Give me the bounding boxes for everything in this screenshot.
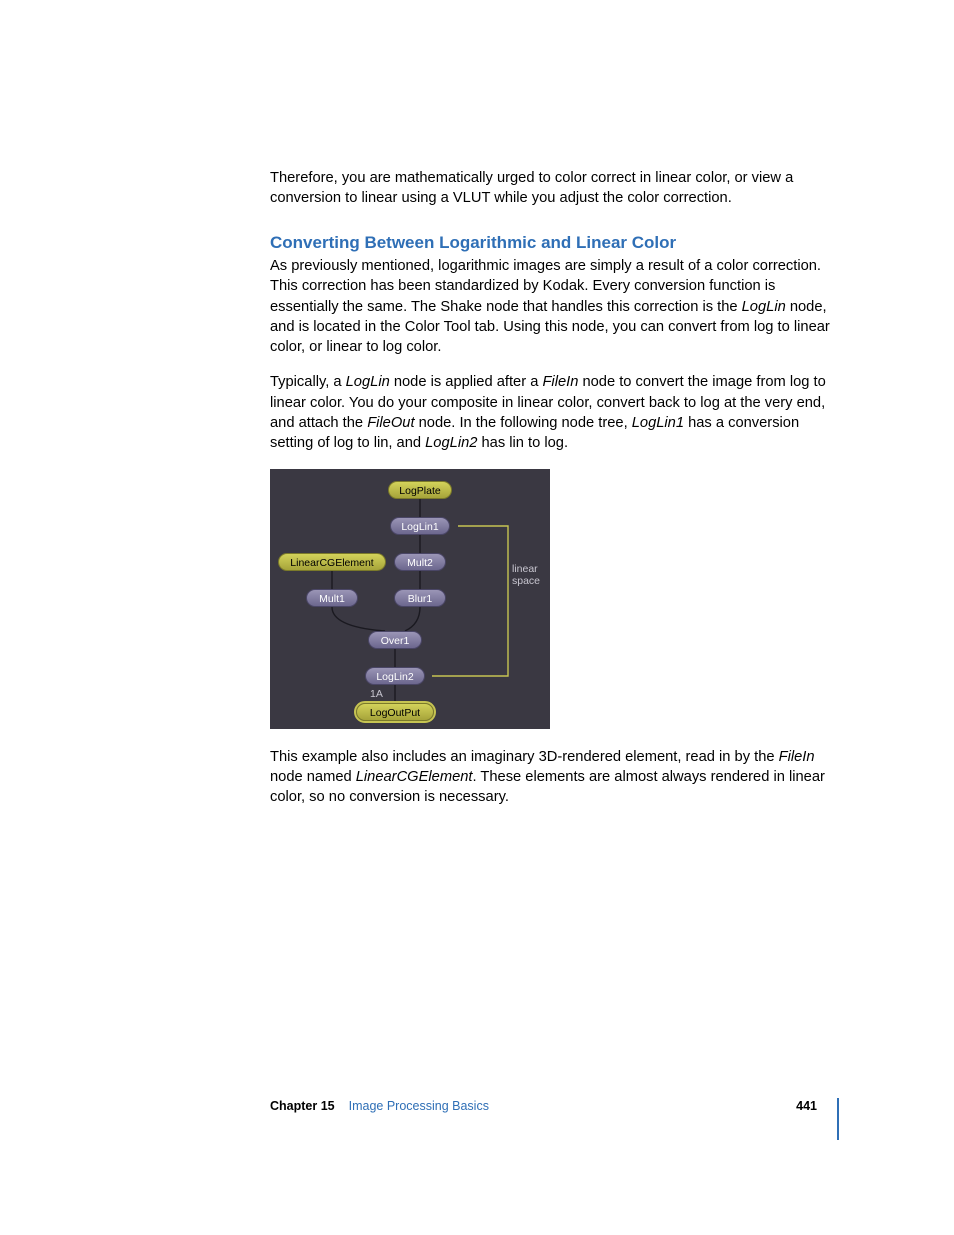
section-heading: Converting Between Logarithmic and Linea… [270, 231, 839, 254]
chapter-label: Chapter 15 [270, 1098, 335, 1115]
paragraph-4: This example also includes an imaginary … [270, 747, 839, 808]
text: This example also includes an imaginary … [270, 749, 779, 765]
node-blur1: Blur1 [394, 589, 446, 607]
text: node is applied after a [390, 374, 543, 390]
text: As previously mentioned, logarithmic ima… [270, 258, 821, 315]
node-loglin2: LogLin2 [365, 667, 425, 685]
paragraph-3: Typically, a LogLin node is applied afte… [270, 372, 839, 453]
text: Therefore, you are mathematically urged … [270, 170, 793, 206]
node-mult2: Mult2 [394, 553, 446, 571]
italic: FileIn [779, 749, 815, 765]
text: node. In the following node tree, [415, 415, 632, 431]
node-logoutput: LogOutPut [356, 703, 434, 721]
italic: FileIn [542, 374, 578, 390]
paragraph-2: As previously mentioned, logarithmic ima… [270, 256, 839, 357]
page-number: 441 [796, 1098, 817, 1115]
node-mult1: Mult1 [306, 589, 358, 607]
text: node named [270, 769, 356, 785]
node-loglin1: LogLin1 [390, 517, 450, 535]
chapter-title: Image Processing Basics [349, 1098, 489, 1115]
italic: FileOut [367, 415, 414, 431]
intro-paragraph: Therefore, you are mathematically urged … [270, 168, 839, 209]
port-label: 1A [370, 688, 383, 700]
italic: LogLin [742, 299, 786, 315]
italic: LogLin1 [632, 415, 684, 431]
node-over1: Over1 [368, 631, 422, 649]
italic: LinearCGElement [356, 769, 473, 785]
node-linearcgelement: LinearCGElement [278, 553, 386, 571]
page-footer: Chapter 15 Image Processing Basics 441 [270, 1098, 839, 1140]
annotation-space: space [512, 575, 540, 587]
text: Typically, a [270, 374, 346, 390]
node-logplate: LogPlate [388, 481, 452, 499]
text: has lin to log. [477, 435, 568, 451]
node-graph-figure: LogPlate LogLin1 LinearCGElement Mult2 M… [270, 469, 550, 729]
annotation-linear: linear [512, 563, 538, 575]
italic: LogLin [346, 374, 390, 390]
italic: LogLin2 [425, 435, 477, 451]
